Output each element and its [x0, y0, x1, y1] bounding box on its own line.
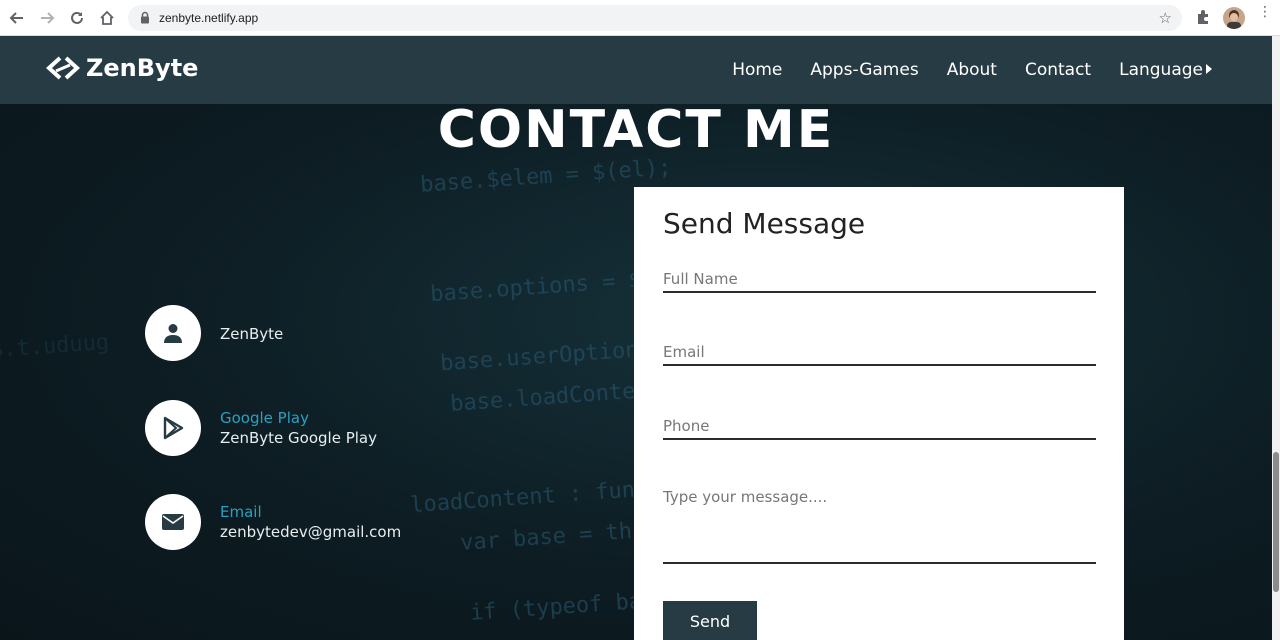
- envelope-icon: [145, 494, 201, 550]
- email-label: Email: [220, 503, 262, 521]
- browser-toolbar: zenbyte.netlify.app ☆ ⋮: [0, 0, 1280, 36]
- contact-form-card: Send Message Send: [634, 187, 1124, 640]
- back-icon[interactable]: [6, 7, 28, 29]
- contact-item-name: ZenByte: [145, 305, 283, 361]
- email-value[interactable]: zenbytedev@gmail.com: [220, 523, 401, 541]
- caret-right-icon: [1206, 64, 1212, 74]
- browser-menu-icon[interactable]: ⋮: [1258, 4, 1272, 18]
- full-name-field[interactable]: [663, 267, 1096, 293]
- extensions-icon[interactable]: [1195, 9, 1211, 30]
- contact-item-email: Email zenbytedev@gmail.com: [145, 494, 401, 550]
- nav-about[interactable]: About: [947, 60, 997, 80]
- nav-language-label: Language: [1119, 60, 1203, 80]
- form-title: Send Message: [663, 207, 866, 240]
- nav-language[interactable]: Language: [1119, 60, 1212, 80]
- code-decoration: $.t.uduug: [0, 329, 110, 364]
- contact-name-value: ZenByte: [220, 325, 284, 343]
- google-play-value[interactable]: ZenByte Google Play: [220, 429, 377, 447]
- contact-item-google-play: Google Play ZenByte Google Play: [145, 400, 377, 456]
- forward-icon[interactable]: [36, 7, 58, 29]
- lock-icon: [140, 11, 150, 29]
- url-text: zenbyte.netlify.app: [159, 11, 259, 25]
- scrollbar-thumb[interactable]: [1273, 452, 1279, 592]
- address-bar[interactable]: zenbyte.netlify.app ☆: [128, 5, 1182, 31]
- profile-avatar[interactable]: [1223, 7, 1245, 29]
- main-nav: Home Apps-Games About Contact Language: [732, 60, 1212, 80]
- site-header: ZenByte Home Apps-Games About Contact La…: [0, 36, 1272, 104]
- logo-icon: [46, 56, 80, 80]
- code-decoration: var base = this: [459, 517, 660, 556]
- nav-home[interactable]: Home: [732, 60, 782, 80]
- logo[interactable]: ZenByte: [46, 54, 198, 82]
- message-field[interactable]: [663, 488, 1096, 564]
- email-field[interactable]: [663, 340, 1096, 366]
- google-play-label: Google Play: [220, 409, 309, 427]
- person-icon: [145, 305, 201, 361]
- send-button[interactable]: Send: [663, 601, 757, 640]
- bookmark-star-icon[interactable]: ☆: [1159, 9, 1172, 27]
- nav-apps-games[interactable]: Apps-Games: [810, 60, 918, 80]
- home-icon[interactable]: [96, 7, 118, 29]
- code-decoration: base.userOptions: [439, 336, 653, 377]
- phone-field[interactable]: [663, 414, 1096, 440]
- nav-contact[interactable]: Contact: [1025, 60, 1091, 80]
- logo-text: ZenByte: [86, 54, 199, 82]
- page-title: CONTACT ME: [437, 100, 835, 160]
- play-store-icon: [145, 400, 201, 456]
- reload-icon[interactable]: [66, 7, 88, 29]
